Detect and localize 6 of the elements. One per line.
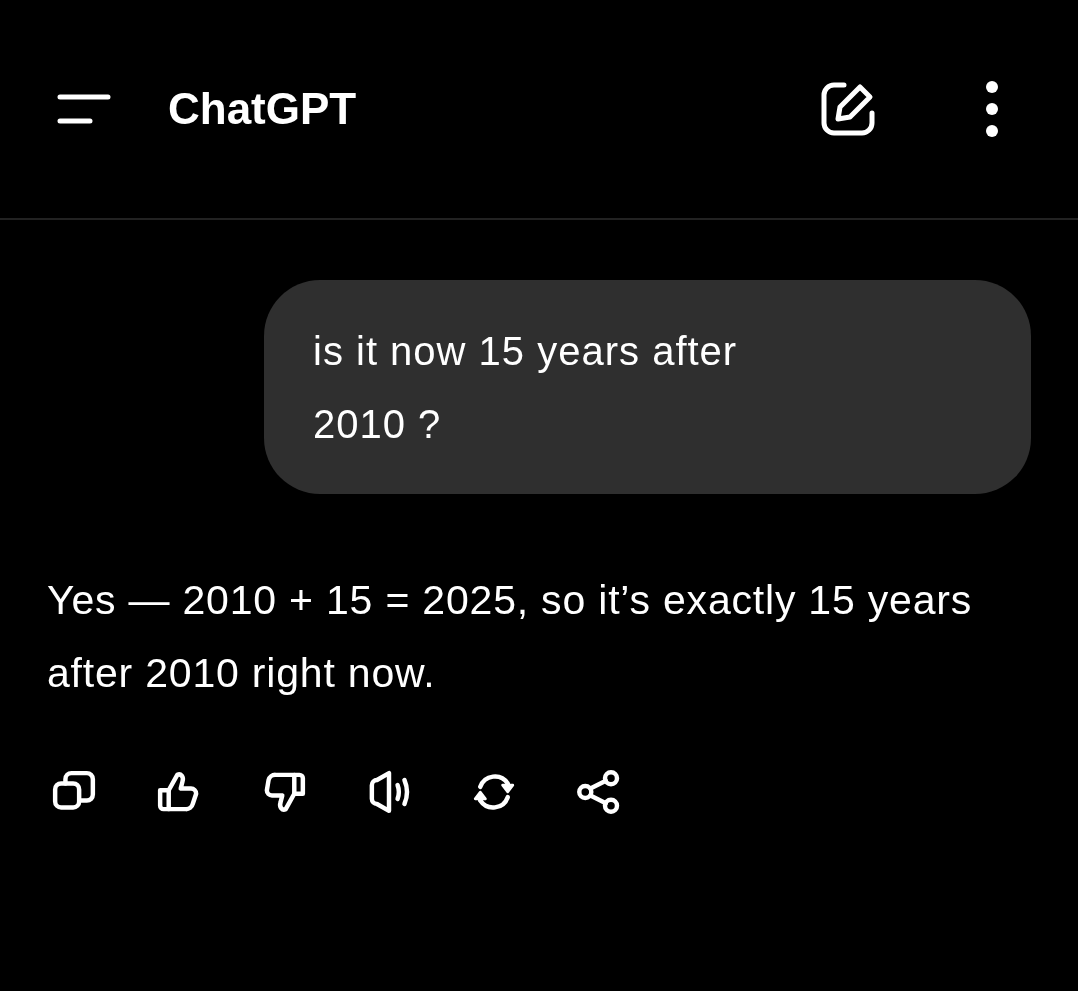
more-icon[interactable]: [984, 81, 1000, 137]
new-chat-icon[interactable]: [820, 81, 876, 137]
app-title: ChatGPT: [168, 84, 358, 134]
assistant-message: Yes — 2010 + 15 = 2025, so it’s exactly 15 years after 2010 right now.: [47, 576, 974, 698]
menu-icon[interactable]: [56, 93, 112, 125]
user-message: is it now 15 years after 2010 ?: [264, 280, 1031, 494]
